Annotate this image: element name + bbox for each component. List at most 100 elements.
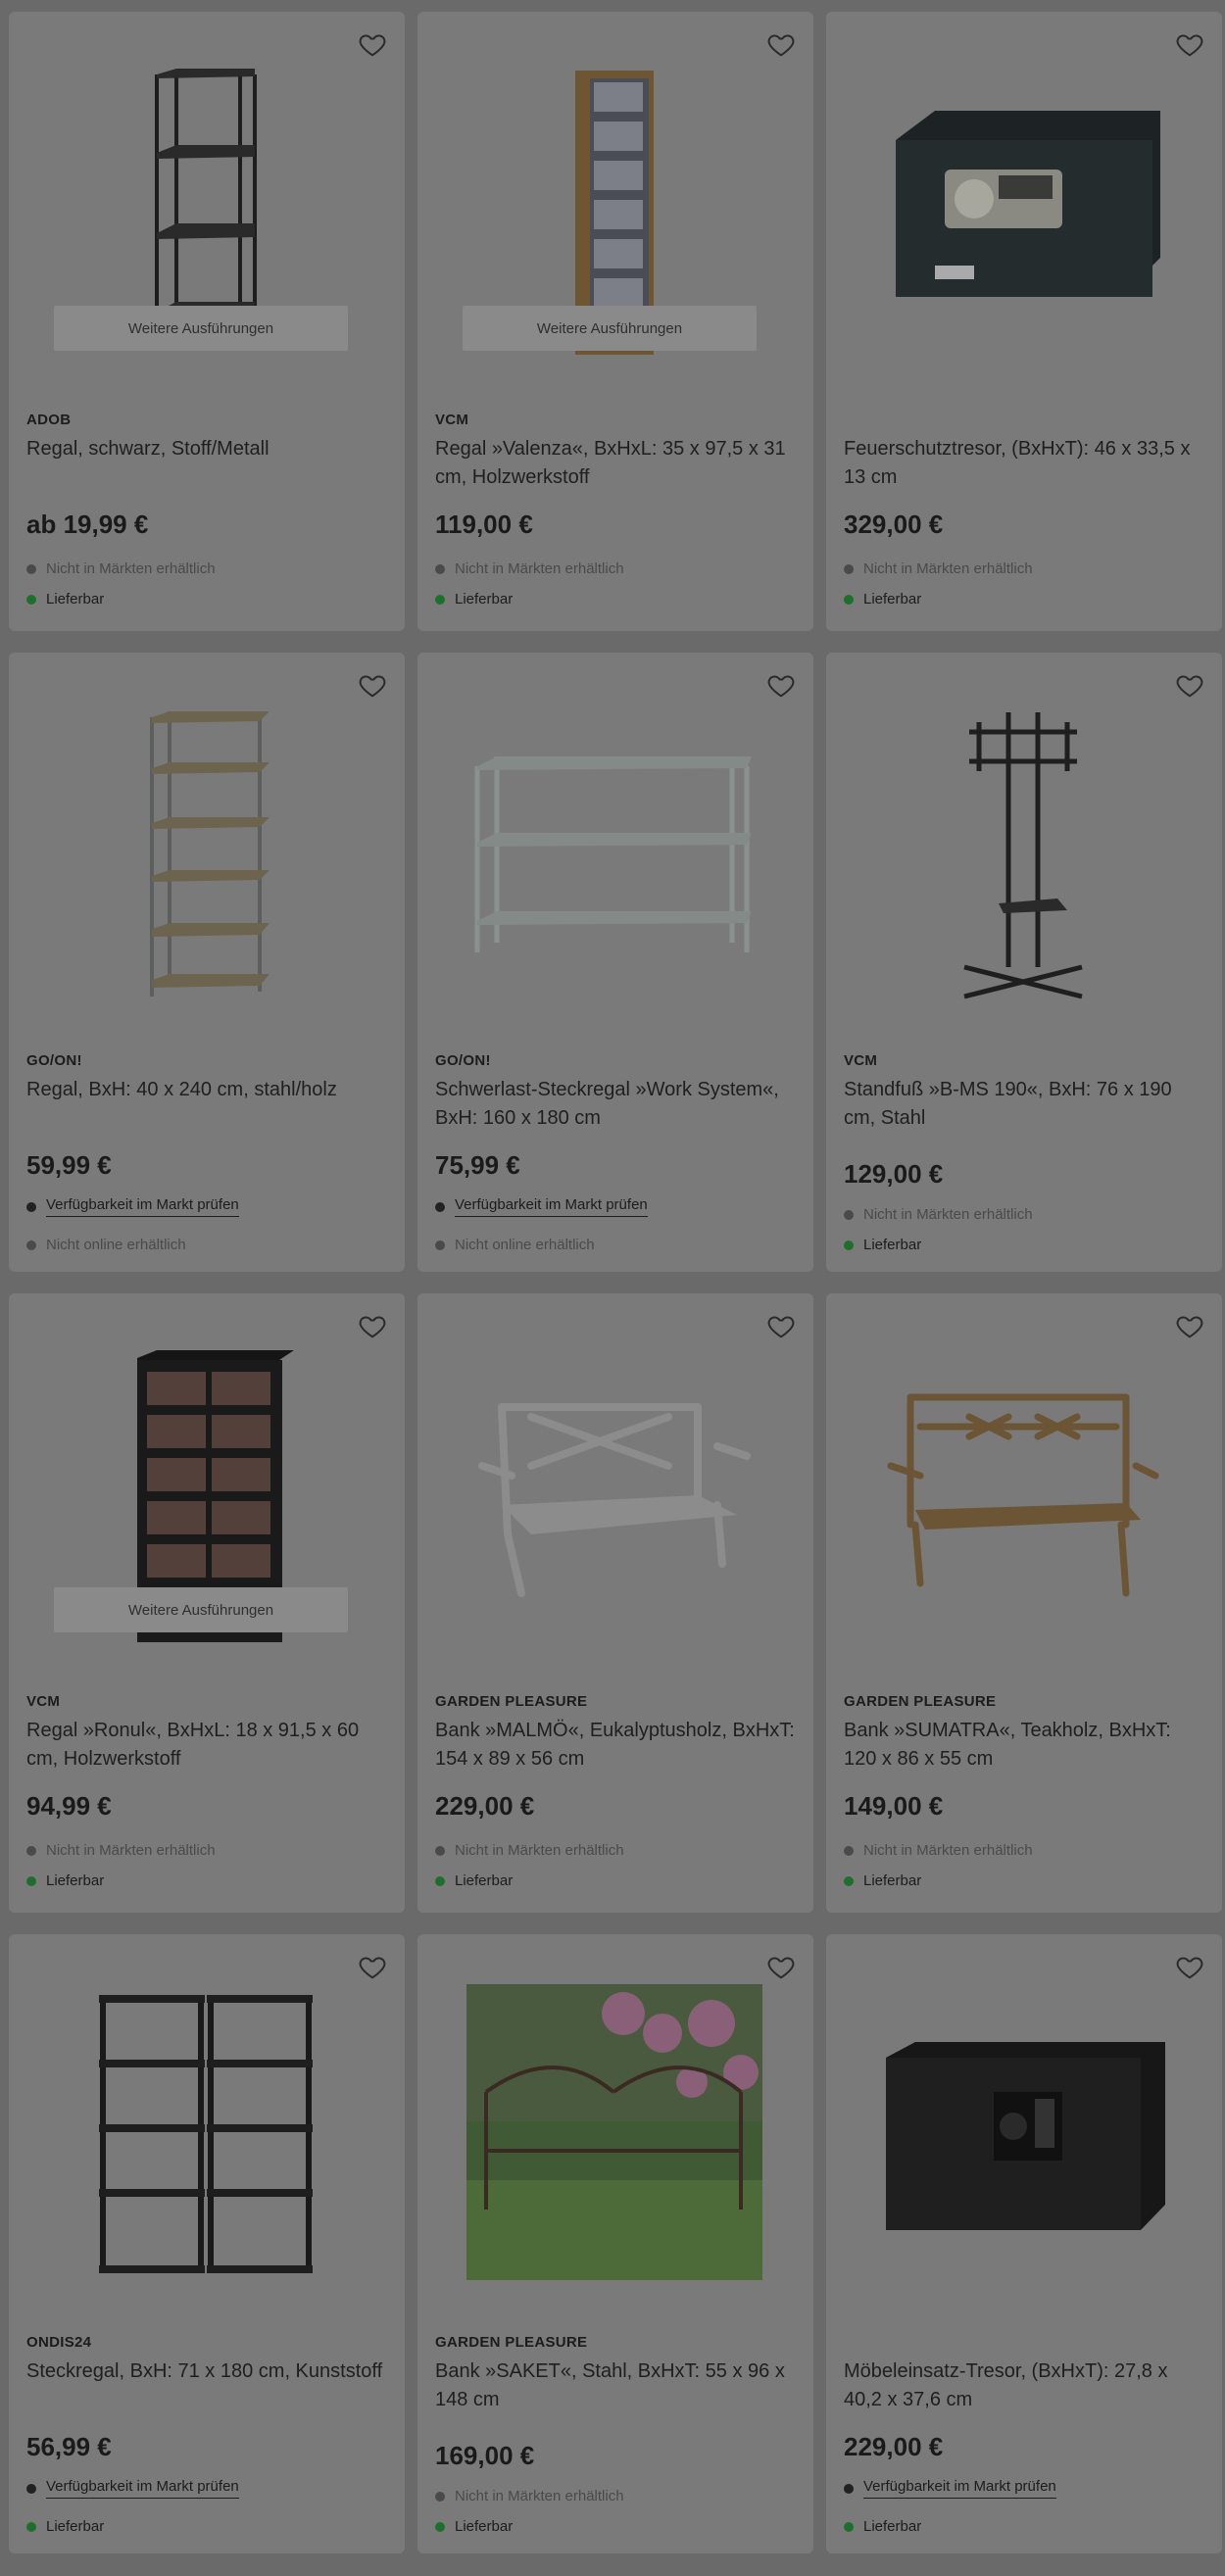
status-dot bbox=[26, 1201, 36, 1212]
status-dot bbox=[844, 1209, 854, 1220]
delivery-status: Lieferbar bbox=[26, 1872, 104, 1889]
product-title[interactable]: Schwerlast-Steckregal »Work System«, BxH… bbox=[435, 1076, 798, 1133]
wishlist-heart-icon[interactable] bbox=[358, 1952, 387, 1981]
status-dot bbox=[844, 1845, 854, 1856]
wishlist-heart-icon[interactable] bbox=[1175, 29, 1204, 59]
product-card[interactable]: GO/ON! Schwerlast-Steckregal »Work Syste… bbox=[417, 653, 813, 1272]
store-availability: Nicht in Märkten erhältlich bbox=[26, 1842, 216, 1859]
product-price: 229,00 € bbox=[844, 2432, 944, 2461]
status-dot bbox=[26, 1239, 36, 1250]
product-title[interactable]: Bank »SAKET«, Stahl, BxHxT: 55 x 96 x 14… bbox=[435, 2357, 798, 2414]
check-store-availability-link[interactable]: Verfügbarkeit im Markt prüfen bbox=[844, 2478, 1056, 2499]
product-price: 119,00 € bbox=[435, 510, 533, 539]
product-title[interactable]: Bank »SUMATRA«, Teakholz, BxHxT: 120 x 8… bbox=[844, 1717, 1206, 1774]
status-dot bbox=[435, 594, 445, 605]
product-title[interactable]: Regal »Valenza«, BxHxL: 35 x 97,5 x 31 c… bbox=[435, 435, 798, 492]
product-card[interactable]: VCM Standfuß »B-MS 190«, BxH: 76 x 190 c… bbox=[826, 653, 1222, 1272]
online-availability: Nicht online erhältlich bbox=[26, 1237, 186, 1253]
delivery-status: Lieferbar bbox=[435, 591, 513, 608]
more-variants-button[interactable]: Weitere Ausführungen bbox=[463, 306, 757, 351]
wishlist-heart-icon[interactable] bbox=[1175, 670, 1204, 700]
status-dot bbox=[844, 2483, 854, 2494]
status-dot bbox=[435, 1875, 445, 1886]
more-variants-button[interactable]: Weitere Ausführungen bbox=[54, 306, 348, 351]
wishlist-heart-icon[interactable] bbox=[1175, 1952, 1204, 1981]
product-title[interactable]: Standfuß »B-MS 190«, BxH: 76 x 190 cm, S… bbox=[844, 1076, 1206, 1133]
product-title[interactable]: Regal, schwarz, Stoff/Metall bbox=[26, 435, 389, 463]
product-brand: GARDEN PLEASURE bbox=[435, 2334, 588, 2351]
status-dot bbox=[435, 1201, 445, 1212]
wishlist-heart-icon[interactable] bbox=[766, 29, 796, 59]
product-card[interactable]: Weitere Ausführungen VCM Regal »Valenza«… bbox=[417, 12, 813, 631]
grey-bench-icon[interactable] bbox=[463, 1344, 766, 1646]
teak-bench-icon[interactable] bbox=[871, 1344, 1175, 1646]
status-dot bbox=[26, 563, 36, 574]
wishlist-heart-icon[interactable] bbox=[358, 1311, 387, 1340]
online-availability: Nicht online erhältlich bbox=[435, 1237, 595, 1253]
delivery-status: Lieferbar bbox=[844, 591, 921, 608]
delivery-status: Lieferbar bbox=[844, 1237, 921, 1253]
product-card[interactable]: ONDIS24 Steckregal, BxH: 71 x 180 cm, Ku… bbox=[9, 1934, 405, 2553]
product-brand: GARDEN PLEASURE bbox=[435, 1693, 588, 1710]
product-title[interactable]: Möbeleinsatz-Tresor, (BxHxT): 27,8 x 40,… bbox=[844, 2357, 1206, 2414]
product-card[interactable]: Weitere Ausführungen ADOB Regal, schwarz… bbox=[9, 12, 405, 631]
check-store-availability-link[interactable]: Verfügbarkeit im Markt prüfen bbox=[26, 2478, 239, 2499]
delivery-status: Lieferbar bbox=[26, 2518, 104, 2535]
fire-safe-icon[interactable] bbox=[871, 63, 1175, 365]
product-title[interactable]: Regal, BxH: 40 x 240 cm, stahl/holz bbox=[26, 1076, 389, 1104]
delivery-status: Lieferbar bbox=[435, 2518, 513, 2535]
status-dot bbox=[435, 1845, 445, 1856]
product-price: 329,00 € bbox=[844, 510, 944, 539]
wishlist-heart-icon[interactable] bbox=[766, 1952, 796, 1981]
store-availability: Nicht in Märkten erhältlich bbox=[844, 1206, 1033, 1223]
product-card[interactable]: GARDEN PLEASURE Bank »MALMÖ«, Eukalyptus… bbox=[417, 1293, 813, 1913]
product-grid: Weitere Ausführungen ADOB Regal, schwarz… bbox=[0, 0, 1225, 2553]
status-dot bbox=[26, 1875, 36, 1886]
check-store-availability-link[interactable]: Verfügbarkeit im Markt prüfen bbox=[435, 1196, 648, 1217]
plastic-shelf-icon[interactable] bbox=[54, 1985, 358, 2287]
wishlist-heart-icon[interactable] bbox=[766, 670, 796, 700]
product-price: 229,00 € bbox=[435, 1791, 535, 1821]
product-brand: VCM bbox=[435, 412, 469, 428]
wishlist-heart-icon[interactable] bbox=[766, 1311, 796, 1340]
wishlist-heart-icon[interactable] bbox=[358, 29, 387, 59]
store-availability: Nicht in Märkten erhältlich bbox=[435, 2488, 624, 2504]
product-card[interactable]: Weitere Ausführungen VCM Regal »Ronul«, … bbox=[9, 1293, 405, 1913]
product-title[interactable]: Bank »MALMÖ«, Eukalyptusholz, BxHxT: 154… bbox=[435, 1717, 798, 1774]
product-title[interactable]: Regal »Ronul«, BxHxL: 18 x 91,5 x 60 cm,… bbox=[26, 1717, 389, 1774]
product-card[interactable]: Möbeleinsatz-Tresor, (BxHxT): 27,8 x 40,… bbox=[826, 1934, 1222, 2553]
status-dot bbox=[435, 1239, 445, 1250]
delivery-status: Lieferbar bbox=[844, 1872, 921, 1889]
product-card[interactable]: GO/ON! Regal, BxH: 40 x 240 cm, stahl/ho… bbox=[9, 653, 405, 1272]
status-dot bbox=[435, 2491, 445, 2502]
status-dot bbox=[844, 1239, 854, 1250]
product-price: 169,00 € bbox=[435, 2441, 535, 2470]
check-store-availability-link[interactable]: Verfügbarkeit im Markt prüfen bbox=[26, 1196, 239, 1217]
status-dot bbox=[26, 2483, 36, 2494]
heavy-duty-rack-icon[interactable] bbox=[463, 704, 766, 1005]
product-card[interactable]: GARDEN PLEASURE Bank »SUMATRA«, Teakholz… bbox=[826, 1293, 1222, 1913]
product-card[interactable]: GARDEN PLEASURE Bank »SAKET«, Stahl, BxH… bbox=[417, 1934, 813, 2553]
delivery-status: Lieferbar bbox=[435, 1872, 513, 1889]
garden-bench-photo[interactable] bbox=[463, 1981, 766, 2283]
product-title[interactable]: Steckregal, BxH: 71 x 180 cm, Kunststoff bbox=[26, 2357, 389, 2386]
status-dot bbox=[26, 594, 36, 605]
wishlist-heart-icon[interactable] bbox=[358, 670, 387, 700]
product-title[interactable]: Feuerschutztresor, (BxHxT): 46 x 33,5 x … bbox=[844, 435, 1206, 492]
product-card[interactable]: Feuerschutztresor, (BxHxT): 46 x 33,5 x … bbox=[826, 12, 1222, 631]
store-availability: Nicht in Märkten erhältlich bbox=[435, 1842, 624, 1859]
more-variants-button[interactable]: Weitere Ausführungen bbox=[54, 1587, 348, 1632]
furniture-safe-icon[interactable] bbox=[871, 1985, 1175, 2287]
product-price: 56,99 € bbox=[26, 2432, 112, 2461]
product-brand: GO/ON! bbox=[435, 1052, 491, 1069]
status-dot bbox=[844, 1875, 854, 1886]
store-availability: Nicht in Märkten erhältlich bbox=[844, 1842, 1033, 1859]
status-dot bbox=[26, 1845, 36, 1856]
product-brand: VCM bbox=[844, 1052, 878, 1069]
steel-wood-shelf-icon[interactable] bbox=[54, 704, 358, 1005]
status-dot bbox=[435, 563, 445, 574]
wishlist-heart-icon[interactable] bbox=[1175, 1311, 1204, 1340]
status-dot bbox=[844, 594, 854, 605]
tv-stand-icon[interactable] bbox=[871, 704, 1175, 1005]
product-price: 94,99 € bbox=[26, 1791, 112, 1821]
